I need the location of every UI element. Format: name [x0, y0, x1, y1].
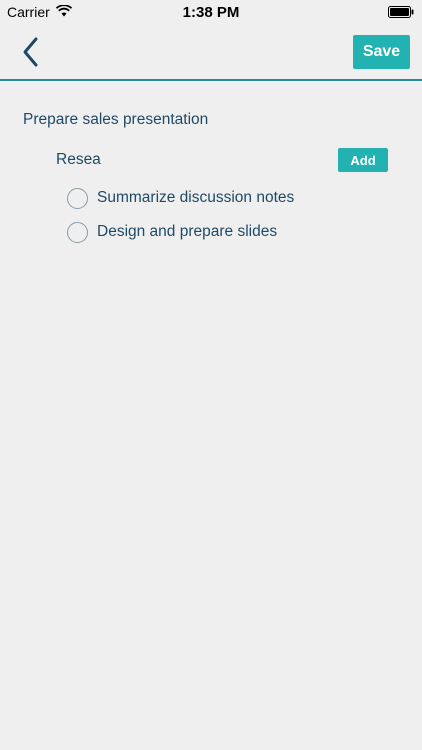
navigation-bar: Save — [0, 24, 422, 81]
status-bar: Carrier 1:38 PM — [0, 0, 422, 24]
checkbox-circle-icon[interactable] — [67, 187, 88, 209]
chevron-left-icon — [23, 37, 38, 67]
checklist-item[interactable]: Design and prepare slides — [67, 215, 294, 249]
checklist: Summarize discussion notes Design and pr… — [67, 181, 294, 249]
battery-icon — [388, 5, 414, 21]
checkbox-circle-icon[interactable] — [67, 221, 88, 243]
status-time: 1:38 PM — [182, 4, 240, 21]
back-button[interactable] — [16, 36, 46, 68]
add-button[interactable]: Add — [338, 148, 388, 172]
save-button[interactable]: Save — [353, 35, 410, 69]
checklist-item-label: Design and prepare slides — [97, 223, 278, 240]
subtask-input[interactable] — [56, 149, 316, 171]
checklist-item-label: Summarize discussion notes — [97, 189, 295, 206]
task-title: Prepare sales presentation — [23, 111, 209, 128]
checklist-item[interactable]: Summarize discussion notes — [67, 181, 294, 215]
